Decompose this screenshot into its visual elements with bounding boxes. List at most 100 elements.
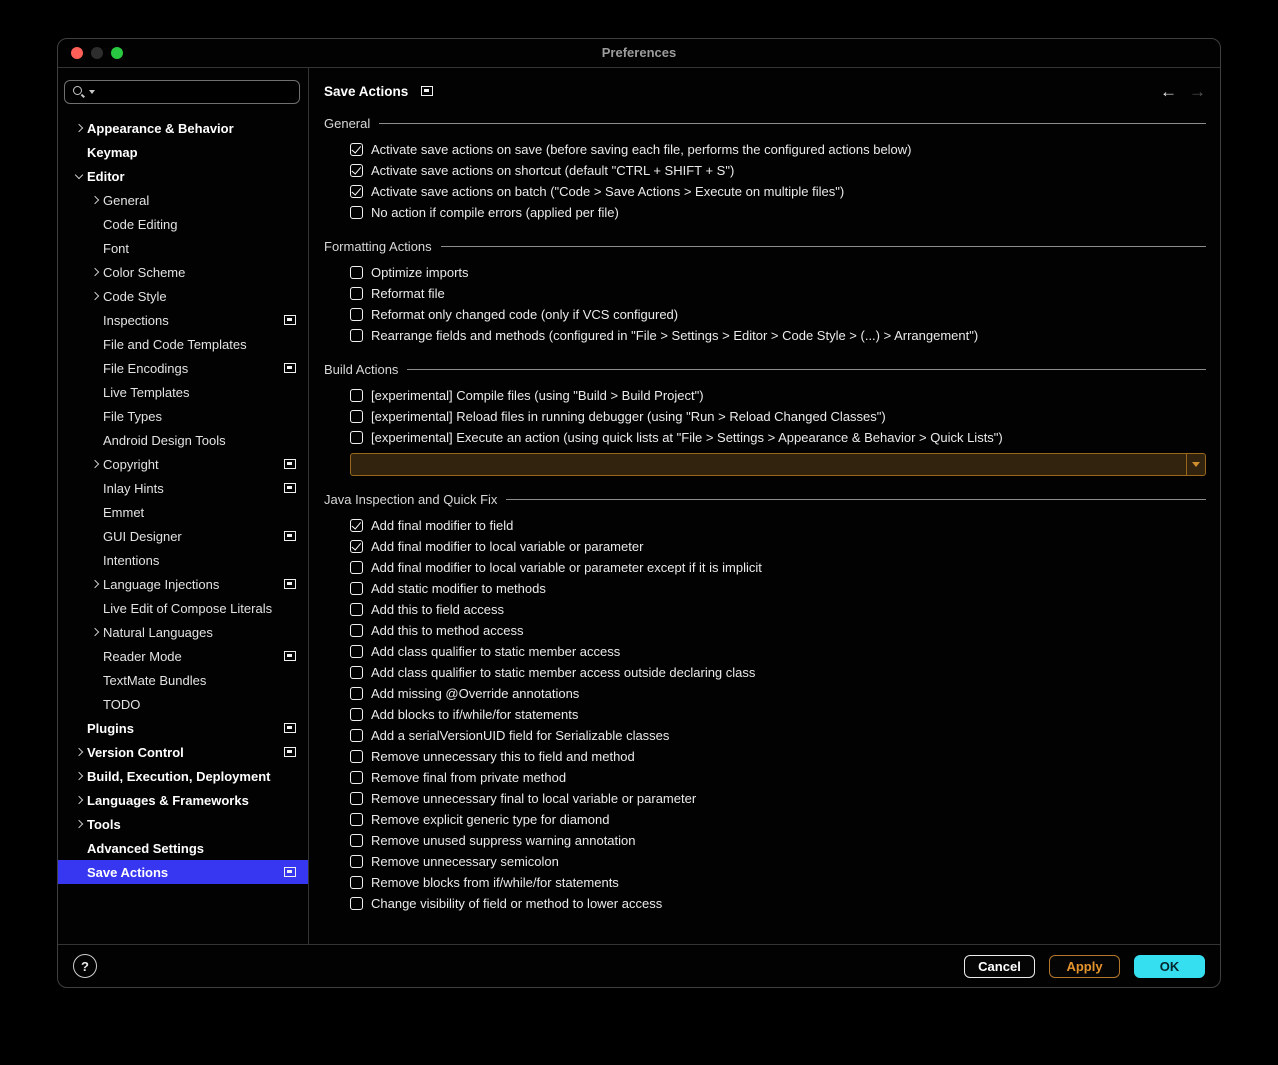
cancel-button[interactable]: Cancel bbox=[964, 955, 1035, 978]
checkbox-row-remove-blocks-from-if-while-for-statements[interactable]: Remove blocks from if/while/for statemen… bbox=[324, 872, 1206, 893]
forward-arrow-icon[interactable] bbox=[1189, 83, 1206, 100]
chevron-down-icon[interactable] bbox=[73, 169, 87, 183]
checkbox-row-reformat-only-changed-code-only-if-vcs-configure[interactable]: Reformat only changed code (only if VCS … bbox=[324, 304, 1206, 325]
chevron-right-icon[interactable] bbox=[73, 793, 87, 807]
sidebar-item-plugins[interactable]: Plugins bbox=[58, 716, 308, 740]
checkbox-icon[interactable] bbox=[350, 666, 363, 679]
checkbox-icon[interactable] bbox=[350, 645, 363, 658]
checkbox-row-optimize-imports[interactable]: Optimize imports bbox=[324, 262, 1206, 283]
sidebar-item-general[interactable]: General bbox=[58, 188, 308, 212]
settings-search-box[interactable] bbox=[64, 80, 300, 104]
dropdown-button[interactable] bbox=[1186, 454, 1205, 475]
sidebar-item-inspections[interactable]: Inspections bbox=[58, 308, 308, 332]
checkbox-row-remove-unnecessary-this-to-field-and-method[interactable]: Remove unnecessary this to field and met… bbox=[324, 746, 1206, 767]
minimize-window-button[interactable] bbox=[91, 47, 103, 59]
ok-button[interactable]: OK bbox=[1134, 955, 1205, 978]
checkbox-row-add-class-qualifier-to-static-member-access[interactable]: Add class qualifier to static member acc… bbox=[324, 641, 1206, 662]
checkbox-icon[interactable] bbox=[350, 897, 363, 910]
chevron-right-icon[interactable] bbox=[89, 457, 103, 471]
checkbox-row-add-this-to-field-access[interactable]: Add this to field access bbox=[324, 599, 1206, 620]
sidebar-item-file-encodings[interactable]: File Encodings bbox=[58, 356, 308, 380]
sidebar-item-code-editing[interactable]: Code Editing bbox=[58, 212, 308, 236]
checkbox-row-change-visibility-of-field-or-method-to-lower-ac[interactable]: Change visibility of field or method to … bbox=[324, 893, 1206, 914]
checkbox-row-activate-save-actions-on-shortcut-default-ctrl-s[interactable]: Activate save actions on shortcut (defau… bbox=[324, 160, 1206, 181]
sidebar-item-inlay-hints[interactable]: Inlay Hints bbox=[58, 476, 308, 500]
sidebar-item-version-control[interactable]: Version Control bbox=[58, 740, 308, 764]
sidebar-item-file-types[interactable]: File Types bbox=[58, 404, 308, 428]
sidebar-item-gui-designer[interactable]: GUI Designer bbox=[58, 524, 308, 548]
sidebar-item-intentions[interactable]: Intentions bbox=[58, 548, 308, 572]
sidebar-item-todo[interactable]: TODO bbox=[58, 692, 308, 716]
sidebar-item-build-execution-deployment[interactable]: Build, Execution, Deployment bbox=[58, 764, 308, 788]
checkbox-row-add-a-serialversionuid-field-for-serializable-cl[interactable]: Add a serialVersionUID field for Seriali… bbox=[324, 725, 1206, 746]
checkbox-row-add-missing-override-annotations[interactable]: Add missing @Override annotations bbox=[324, 683, 1206, 704]
checkbox-row-remove-explicit-generic-type-for-diamond[interactable]: Remove explicit generic type for diamond bbox=[324, 809, 1206, 830]
checkbox-row-no-action-if-compile-errors-applied-per-file[interactable]: No action if compile errors (applied per… bbox=[324, 202, 1206, 223]
checkbox-icon[interactable] bbox=[350, 855, 363, 868]
checkbox-row-add-blocks-to-if-while-for-statements[interactable]: Add blocks to if/while/for statements bbox=[324, 704, 1206, 725]
checkbox-icon[interactable] bbox=[350, 266, 363, 279]
sidebar-item-keymap[interactable]: Keymap bbox=[58, 140, 308, 164]
sidebar-item-languages-frameworks[interactable]: Languages & Frameworks bbox=[58, 788, 308, 812]
sidebar-item-reader-mode[interactable]: Reader Mode bbox=[58, 644, 308, 668]
checkbox-checked-icon[interactable] bbox=[350, 519, 363, 532]
sidebar-item-natural-languages[interactable]: Natural Languages bbox=[58, 620, 308, 644]
checkbox-icon[interactable] bbox=[350, 876, 363, 889]
checkbox-checked-icon[interactable] bbox=[350, 143, 363, 156]
sidebar-item-editor[interactable]: Editor bbox=[58, 164, 308, 188]
checkbox-icon[interactable] bbox=[350, 389, 363, 402]
chevron-right-icon[interactable] bbox=[73, 817, 87, 831]
search-input[interactable] bbox=[95, 84, 292, 100]
checkbox-row-remove-final-from-private-method[interactable]: Remove final from private method bbox=[324, 767, 1206, 788]
checkbox-icon[interactable] bbox=[350, 287, 363, 300]
checkbox-row-activate-save-actions-on-batch-code-save-actions[interactable]: Activate save actions on batch ("Code > … bbox=[324, 181, 1206, 202]
checkbox-row-experimental-execute-an-action-using-quick-lists[interactable]: [experimental] Execute an action (using … bbox=[324, 427, 1206, 448]
checkbox-icon[interactable] bbox=[350, 813, 363, 826]
close-window-button[interactable] bbox=[71, 47, 83, 59]
quick-list-dropdown[interactable] bbox=[350, 453, 1206, 476]
sidebar-item-language-injections[interactable]: Language Injections bbox=[58, 572, 308, 596]
checkbox-icon[interactable] bbox=[350, 431, 363, 444]
checkbox-icon[interactable] bbox=[350, 410, 363, 423]
checkbox-row-add-this-to-method-access[interactable]: Add this to method access bbox=[324, 620, 1206, 641]
checkbox-row-add-final-modifier-to-local-variable-or-paramete[interactable]: Add final modifier to local variable or … bbox=[324, 557, 1206, 578]
checkbox-row-remove-unnecessary-final-to-local-variable-or-pa[interactable]: Remove unnecessary final to local variab… bbox=[324, 788, 1206, 809]
chevron-right-icon[interactable] bbox=[89, 265, 103, 279]
checkbox-checked-icon[interactable] bbox=[350, 185, 363, 198]
sidebar-item-textmate-bundles[interactable]: TextMate Bundles bbox=[58, 668, 308, 692]
sidebar-item-emmet[interactable]: Emmet bbox=[58, 500, 308, 524]
sidebar-item-live-edit-of-compose-literals[interactable]: Live Edit of Compose Literals bbox=[58, 596, 308, 620]
checkbox-icon[interactable] bbox=[350, 561, 363, 574]
zoom-window-button[interactable] bbox=[111, 47, 123, 59]
checkbox-icon[interactable] bbox=[350, 708, 363, 721]
back-arrow-icon[interactable] bbox=[1160, 83, 1177, 100]
checkbox-row-experimental-reload-files-in-running-debugger-us[interactable]: [experimental] Reload files in running d… bbox=[324, 406, 1206, 427]
sidebar-item-android-design-tools[interactable]: Android Design Tools bbox=[58, 428, 308, 452]
checkbox-row-reformat-file[interactable]: Reformat file bbox=[324, 283, 1206, 304]
sidebar-item-copyright[interactable]: Copyright bbox=[58, 452, 308, 476]
checkbox-checked-icon[interactable] bbox=[350, 540, 363, 553]
checkbox-row-experimental-compile-files-using-build-build-pro[interactable]: [experimental] Compile files (using "Bui… bbox=[324, 385, 1206, 406]
checkbox-row-rearrange-fields-and-methods-configured-in-file-[interactable]: Rearrange fields and methods (configured… bbox=[324, 325, 1206, 346]
sidebar-item-code-style[interactable]: Code Style bbox=[58, 284, 308, 308]
checkbox-icon[interactable] bbox=[350, 729, 363, 742]
sidebar-item-appearance-behavior[interactable]: Appearance & Behavior bbox=[58, 116, 308, 140]
chevron-right-icon[interactable] bbox=[89, 577, 103, 591]
checkbox-row-add-final-modifier-to-field[interactable]: Add final modifier to field bbox=[324, 515, 1206, 536]
sidebar-item-font[interactable]: Font bbox=[58, 236, 308, 260]
checkbox-icon[interactable] bbox=[350, 603, 363, 616]
chevron-right-icon[interactable] bbox=[89, 193, 103, 207]
checkbox-icon[interactable] bbox=[350, 687, 363, 700]
checkbox-row-remove-unused-suppress-warning-annotation[interactable]: Remove unused suppress warning annotatio… bbox=[324, 830, 1206, 851]
checkbox-row-add-class-qualifier-to-static-member-access-outs[interactable]: Add class qualifier to static member acc… bbox=[324, 662, 1206, 683]
chevron-right-icon[interactable] bbox=[73, 745, 87, 759]
sidebar-item-file-and-code-templates[interactable]: File and Code Templates bbox=[58, 332, 308, 356]
help-button[interactable] bbox=[73, 954, 97, 978]
checkbox-icon[interactable] bbox=[350, 750, 363, 763]
checkbox-row-remove-unnecessary-semicolon[interactable]: Remove unnecessary semicolon bbox=[324, 851, 1206, 872]
chevron-right-icon[interactable] bbox=[89, 289, 103, 303]
checkbox-icon[interactable] bbox=[350, 792, 363, 805]
checkbox-icon[interactable] bbox=[350, 834, 363, 847]
sidebar-item-tools[interactable]: Tools bbox=[58, 812, 308, 836]
checkbox-icon[interactable] bbox=[350, 206, 363, 219]
